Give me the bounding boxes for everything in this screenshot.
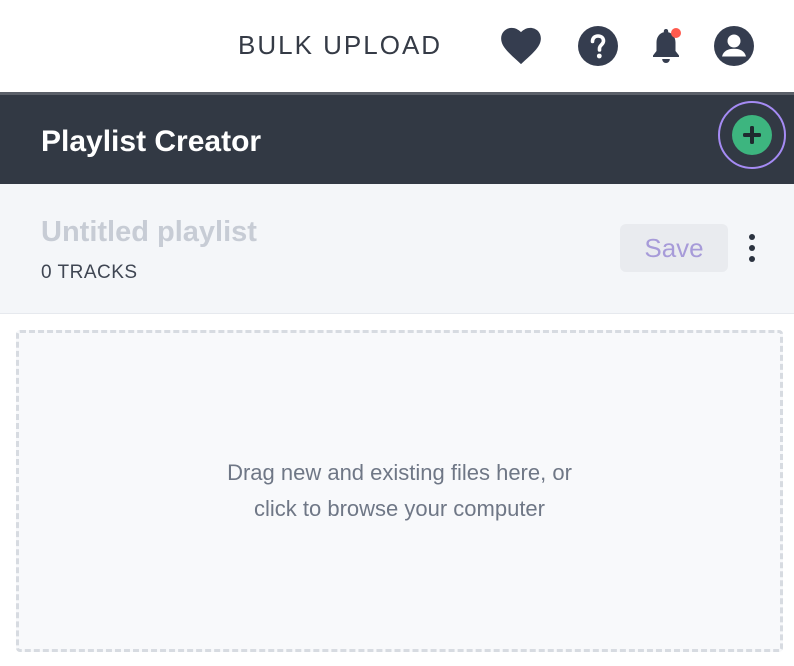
add-playlist-button[interactable] [718,101,786,169]
user-account-icon[interactable] [713,25,755,67]
bell-icon[interactable] [645,25,687,67]
kebab-menu-icon[interactable] [740,224,764,272]
top-navigation-bar: BULK UPLOAD [0,0,794,92]
heart-icon[interactable] [500,25,542,67]
file-dropzone[interactable]: Drag new and existing files here, or cli… [16,330,783,652]
track-count: 0 TRACKS [41,262,138,283]
playlist-name-field[interactable]: Untitled playlist [41,216,257,249]
notification-badge [671,28,681,38]
help-icon[interactable] [577,25,619,67]
bulk-upload-link[interactable]: BULK UPLOAD [238,30,442,61]
plus-icon [732,115,772,155]
dropzone-instruction-line-2: click to browse your computer [254,496,545,521]
page-title: Playlist Creator [41,125,262,158]
save-button[interactable]: Save [620,224,728,272]
playlist-info-bar: Untitled playlist 0 TRACKS Save [0,184,794,314]
dropzone-instruction-line-1: Drag new and existing files here, or [227,460,572,485]
playlist-creator-header: Playlist Creator [0,92,794,184]
